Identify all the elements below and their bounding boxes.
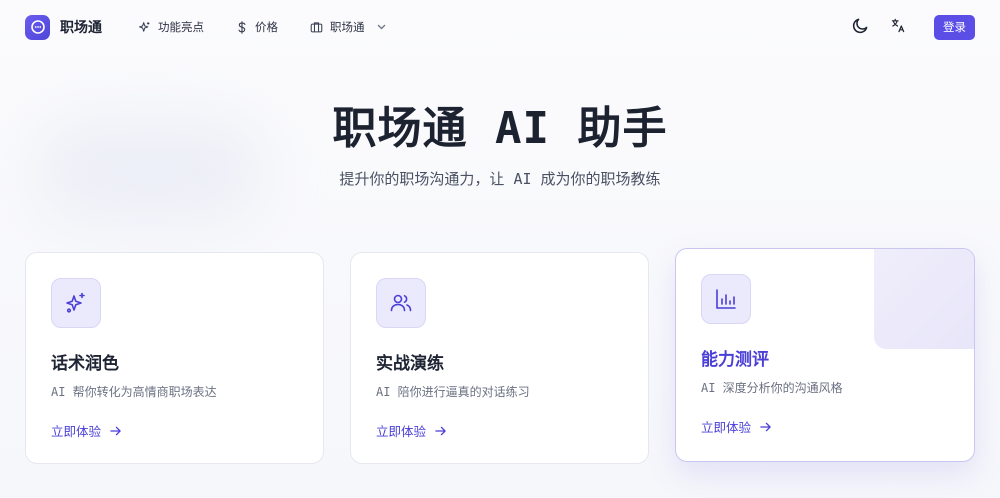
header-actions: 登录 bbox=[848, 14, 975, 40]
hero-subtitle: 提升你的职场沟通力，让 AI 成为你的职场教练 bbox=[339, 170, 661, 188]
feature-card-polish[interactable]: 话术润色 AI 帮你转化为高情商职场表达 立即体验 bbox=[25, 252, 324, 464]
link-label: 立即体验 bbox=[51, 424, 102, 439]
link-label: 立即体验 bbox=[376, 424, 427, 439]
card-title: 话术润色 bbox=[51, 354, 119, 374]
arrow-right-icon bbox=[760, 422, 771, 432]
nav-item-features[interactable]: 功能亮点 bbox=[138, 19, 204, 35]
chevron-down-icon bbox=[377, 24, 386, 30]
language-toggle-button[interactable] bbox=[886, 15, 910, 39]
arrow-right-icon bbox=[110, 426, 121, 436]
nav-item-pricing[interactable]: 价格 bbox=[236, 19, 278, 35]
link-label: 立即体验 bbox=[701, 420, 752, 435]
arrow-right-icon bbox=[435, 426, 446, 436]
briefcase-icon bbox=[310, 21, 323, 33]
nav-item-label: 价格 bbox=[255, 20, 278, 34]
dollar-icon bbox=[236, 20, 248, 34]
card-title: 能力测评 bbox=[701, 350, 769, 370]
bar-chart-icon bbox=[701, 274, 751, 324]
card-decoration bbox=[874, 249, 974, 349]
try-now-link[interactable]: 立即体验 bbox=[701, 417, 771, 436]
theme-toggle-button[interactable] bbox=[848, 15, 872, 39]
nav-item-products-dropdown[interactable]: 职场通 bbox=[310, 19, 386, 35]
nav-item-label: 职场通 bbox=[330, 20, 365, 34]
users-icon bbox=[376, 278, 426, 328]
top-navbar: 职场通 功能亮点 价格 职场通 登录 bbox=[0, 0, 1000, 54]
card-description: AI 深度分析你的沟通风格 bbox=[701, 381, 843, 395]
sparkles-icon bbox=[138, 21, 151, 34]
feature-card-practice[interactable]: 实战演练 AI 陪你进行逼真的对话练习 立即体验 bbox=[350, 252, 649, 464]
login-button[interactable]: 登录 bbox=[934, 14, 975, 40]
feature-card-assessment[interactable]: 能力测评 AI 深度分析你的沟通风格 立即体验 bbox=[675, 248, 975, 462]
translate-icon bbox=[891, 18, 906, 37]
logo-icon[interactable] bbox=[25, 14, 50, 40]
try-now-link[interactable]: 立即体验 bbox=[51, 421, 121, 440]
card-description: AI 帮你转化为高情商职场表达 bbox=[51, 385, 217, 399]
nav-item-label: 功能亮点 bbox=[158, 20, 204, 34]
card-title: 实战演练 bbox=[376, 354, 444, 374]
card-description: AI 陪你进行逼真的对话练习 bbox=[376, 385, 530, 399]
sparkles-icon bbox=[51, 278, 101, 328]
brand-name[interactable]: 职场通 bbox=[60, 17, 102, 37]
main-nav: 功能亮点 价格 职场通 bbox=[138, 19, 418, 35]
moon-icon bbox=[852, 17, 869, 38]
try-now-link[interactable]: 立即体验 bbox=[376, 421, 446, 440]
hero-title: 职场通 AI 助手 bbox=[332, 103, 668, 154]
